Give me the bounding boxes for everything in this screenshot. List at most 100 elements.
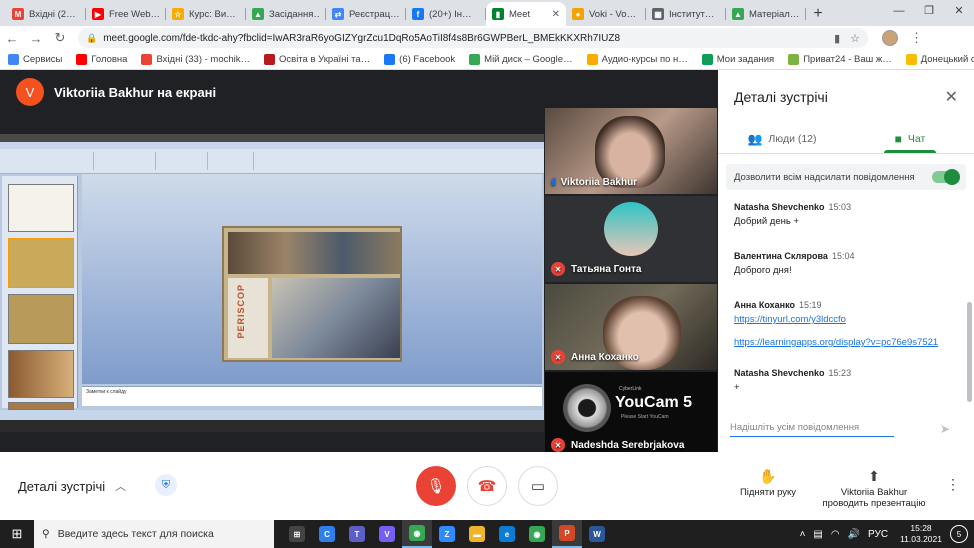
back-icon[interactable]: ← (0, 31, 24, 46)
message-link[interactable]: https://learningapps.org/display?v=pc76e… (734, 337, 958, 348)
message-time: 15:03 (828, 202, 852, 212)
tab-people[interactable]: 👥 Люди (12) (718, 124, 846, 153)
browser-tab[interactable]: ▶ Free Web… (86, 2, 166, 26)
clock[interactable]: 15:28 11.03.2021 (900, 523, 942, 545)
slide-thumbnail[interactable] (8, 238, 74, 288)
leave-call-button[interactable]: ☎ (467, 466, 507, 506)
browser-tab[interactable]: ⇄ Реєстрац… (326, 2, 406, 26)
camera-indicator-icon[interactable]: ▮ (834, 32, 840, 45)
taskbar-app-icon[interactable]: ◉ (402, 520, 432, 548)
language-indicator[interactable]: РУС (868, 529, 888, 540)
browser-tab[interactable]: ▲ Засідання… (246, 2, 326, 26)
close-window-icon[interactable]: ✕ (944, 0, 974, 22)
windows-start-icon[interactable]: ⊞ (0, 520, 34, 548)
browser-tab[interactable]: M Вхідні (2… (6, 2, 86, 26)
bookmark-star-icon[interactable]: ☆ (850, 32, 860, 45)
taskbar-app-icon[interactable]: W (582, 520, 612, 548)
participant-tile[interactable]: ıl Viktoriia Bakhur (545, 108, 717, 194)
browser-tab[interactable]: ☆ Курс: Ви… (166, 2, 246, 26)
bookmark-favicon-icon (8, 54, 19, 65)
taskbar-app-icon[interactable]: T (342, 520, 372, 548)
minimize-icon[interactable]: — (884, 0, 914, 22)
host-controls-icon[interactable]: ⛨ (155, 474, 177, 496)
bookmark-item[interactable]: Приват24 - Ваш ж… (788, 54, 892, 65)
bookmark-item[interactable]: Освіта в Україні та… (264, 54, 370, 65)
bookmark-favicon-icon (384, 54, 396, 65)
message-time: 15:19 (798, 300, 822, 310)
slide-thumbnail[interactable] (8, 184, 74, 232)
shared-screen: PERISCOP Заметки к слайду (0, 134, 544, 432)
raise-hand-button[interactable]: ✋ Підняти руку (732, 468, 804, 498)
address-bar[interactable]: 🔒 meet.google.com/fde-tkdc-ahy?fbclid=Iw… (78, 28, 868, 48)
browser-tab[interactable]: ▮ Meet ✕ (486, 2, 566, 26)
taskbar-app-icon[interactable]: ⊞ (282, 520, 312, 548)
tab-favicon-icon: ▶ (92, 8, 104, 20)
bookmark-item[interactable]: Аудио-курсы по н… (586, 54, 688, 65)
windows-taskbar: ⊞ ⚲ Введите здесь текст для поиска ⊞ C T V ◉… (0, 520, 974, 548)
notifications-icon[interactable]: 5 (950, 525, 968, 543)
browser-tab[interactable]: ▲ Матеріал… (726, 2, 806, 26)
profile-avatar[interactable] (882, 30, 898, 46)
browser-toolbar: ← → ↻ 🔒 meet.google.com/fde-tkdc-ahy?fbc… (0, 26, 974, 50)
chat-input[interactable]: Надішліть усім повідомлення (730, 422, 894, 437)
participant-name: Viktoriia Bakhur (560, 177, 638, 188)
close-tab-icon[interactable]: ✕ (552, 9, 560, 20)
network-icon[interactable]: ▤ (813, 529, 822, 540)
bookmark-item[interactable]: Мій диск – Google… (469, 54, 573, 65)
bookmark-item[interactable]: Сервисы (8, 54, 62, 65)
taskbar-app-icon[interactable]: ◉ (522, 520, 552, 548)
taskbar-app-icon[interactable]: Z (432, 520, 462, 548)
reload-icon[interactable]: ↻ (48, 30, 72, 46)
new-tab-button[interactable]: + (806, 2, 830, 26)
message-author: Анна Коханко (734, 300, 795, 310)
taskbar-app-icon[interactable]: ▬ (462, 520, 492, 548)
people-icon: 👥 (747, 131, 763, 146)
lock-icon[interactable]: 🔒 (86, 33, 97, 44)
meeting-details-button[interactable]: Деталі зустрічі ︿ (18, 478, 126, 494)
slide-thumbnail[interactable] (8, 294, 74, 344)
meet-stage: V Viktoriia Bakhur на екрані PERISCOP За… (0, 70, 974, 520)
participant-tile[interactable]: ✕ Татьяна Гонта (545, 196, 717, 282)
camera-toggle-button[interactable]: ▭ (518, 466, 558, 506)
restore-icon[interactable]: ❐ (914, 0, 944, 22)
chat-scrollbar[interactable] (967, 302, 972, 402)
taskbar-app-icon[interactable]: V (372, 520, 402, 548)
browser-tab[interactable]: ▦ Інститут… (646, 2, 726, 26)
allow-messages-toggle[interactable] (932, 169, 960, 185)
volume-icon[interactable]: 🔊 (848, 529, 860, 540)
participant-tile[interactable]: CyberLink YouCam 5 Please Start YouCam ✕… (545, 372, 717, 458)
bookmark-item[interactable]: Донецький обласн… (905, 54, 974, 65)
participant-tiles: ıl Viktoriia Bakhur ✕ Татьяна Гонта ✕ Ан… (545, 108, 717, 458)
chat-message: Natasha Shevchenko 15:03 Добрий день + (718, 202, 974, 227)
slide-thumbnail[interactable] (8, 402, 74, 410)
participant-tile[interactable]: ✕ Анна Коханко (545, 284, 717, 370)
search-icon: ⚲ (42, 528, 50, 540)
muted-mic-icon: ✕ (551, 350, 565, 364)
slide-thumbnail[interactable] (8, 350, 74, 398)
presenting-button[interactable]: ⬆ Viktoriia Bakhur проводить презентацію (812, 468, 936, 509)
speaking-indicator-icon: ıl (551, 177, 555, 188)
bookmark-item[interactable]: Головна (76, 54, 127, 65)
send-icon[interactable]: ➤ (940, 422, 950, 436)
close-icon[interactable]: ✕ (945, 87, 958, 107)
browser-menu-icon[interactable]: ⋮ (910, 30, 923, 46)
message-text: + (734, 382, 740, 393)
wifi-icon[interactable]: ◠ (831, 529, 840, 540)
more-options-icon[interactable]: ⋮ (946, 476, 960, 493)
tray-chevron-icon[interactable]: ˄ (800, 529, 806, 540)
bookmark-item[interactable]: (6) Facebook (384, 54, 455, 65)
tab-chat[interactable]: ■ Чат (846, 124, 974, 153)
bookmark-item[interactable]: Вхідні (33) - mochik… (141, 54, 250, 65)
youcam-sub: CyberLink (619, 386, 642, 392)
url-text[interactable]: meet.google.com/fde-tkdc-ahy?fbclid=IwAR… (103, 33, 834, 44)
taskbar-app-icon[interactable]: e (492, 520, 522, 548)
forward-icon[interactable]: → (24, 31, 48, 46)
browser-tab[interactable]: f (20+) Ін… (406, 2, 486, 26)
mic-toggle-button[interactable]: 🎙 (416, 466, 456, 506)
taskbar-app-icon[interactable]: C (312, 520, 342, 548)
taskbar-app-icon[interactable]: P (552, 520, 582, 548)
taskbar-search[interactable]: ⚲ Введите здесь текст для поиска (34, 520, 274, 548)
message-link[interactable]: https://tinyurl.com/y3ldccfo (734, 314, 958, 325)
browser-tab[interactable]: ● Voki - Vo… (566, 2, 646, 26)
bookmark-item[interactable]: Мои задания (701, 54, 774, 65)
